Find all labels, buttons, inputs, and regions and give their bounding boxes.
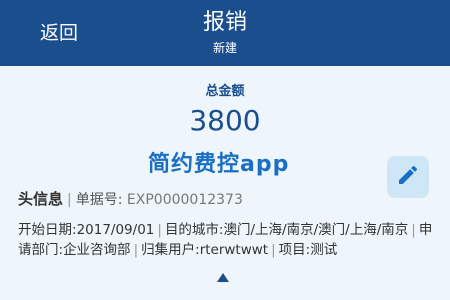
start-date-label: 开始日期: <box>18 222 77 238</box>
total-amount-value: 3800 <box>189 104 261 137</box>
divider: | <box>271 242 276 258</box>
project-value: 测试 <box>310 242 338 258</box>
header-info-section: 头信息 | 单据号: EXP0000012373 <box>18 188 243 209</box>
divider: | <box>133 242 139 258</box>
divider: | <box>67 192 72 208</box>
user-value: rterwtwwt <box>199 242 269 258</box>
divider: | <box>157 222 162 238</box>
department-value: 企业咨询部 <box>63 242 131 258</box>
app-header: 返回 报销 新建 <box>0 0 450 66</box>
total-amount-label: 总金额 <box>205 84 245 99</box>
document-number-value: EXP0000012373 <box>126 192 243 208</box>
watermark-text: 简约费控app <box>148 152 290 177</box>
pencil-icon <box>396 163 420 191</box>
destination-value: 澳门/上海/南京/澳门/上海/南京 <box>223 222 409 238</box>
user-label: 归集用户: <box>141 242 200 258</box>
document-number-label: 单据号: <box>75 192 123 208</box>
page-title: 报销 <box>202 10 247 35</box>
expense-screen: 返回 报销 新建 总金额 3800 简约费控app 头信息 | 单据号: EXP00… <box>0 0 450 300</box>
caret-up-icon[interactable] <box>217 273 229 282</box>
expense-summary: 总金额 3800 简约费控app 头信息 | 单据号: EXP0000012373 … <box>0 66 450 300</box>
project-label: 项目: <box>278 242 311 258</box>
start-date-value: 2017/09/01 <box>76 222 155 238</box>
page-subtitle: 新建 <box>212 41 237 55</box>
section-title: 头信息 <box>18 190 64 208</box>
edit-button[interactable] <box>387 156 429 198</box>
divider: | <box>411 222 416 238</box>
destination-label: 目的城市: <box>164 222 224 238</box>
header-details: 开始日期:2017/09/01 | 目的城市:澳门/上海/南京/澳门/上海/南京 | 申… <box>18 220 436 260</box>
